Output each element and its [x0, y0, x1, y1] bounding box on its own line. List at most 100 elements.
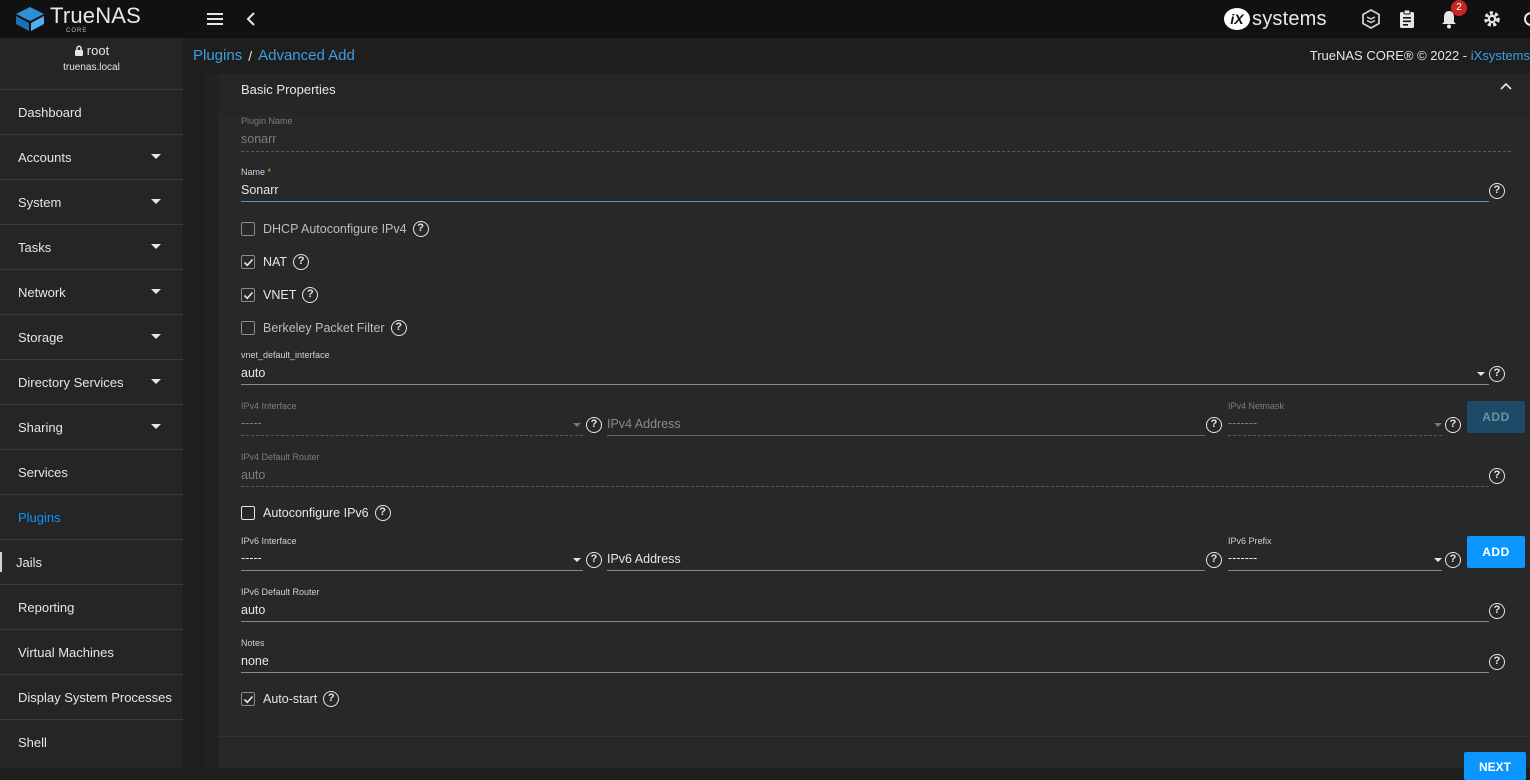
- sidebar-item-services[interactable]: Services: [0, 449, 183, 494]
- ipv6-address-placeholder: IPv6 Address: [607, 552, 681, 566]
- ipv6-interface-select[interactable]: IPv6 Interface -----: [241, 536, 583, 571]
- power-icon[interactable]: [1522, 8, 1530, 30]
- field-underline: [607, 570, 1205, 571]
- ipv4-add-button[interactable]: ADD: [1467, 401, 1525, 433]
- autoconfig-ipv6-checkbox[interactable]: [241, 506, 255, 520]
- clipboard-icon[interactable]: [1396, 8, 1418, 30]
- bpf-checkbox[interactable]: [241, 321, 255, 335]
- name-input[interactable]: Name * Sonarr: [241, 167, 1489, 202]
- ipv4-address-input[interactable]: IPv4 Address: [607, 401, 1205, 436]
- sidebar-item-system[interactable]: System: [0, 179, 183, 224]
- help-icon[interactable]: ?: [1489, 468, 1505, 484]
- ipv6-add-button[interactable]: ADD: [1467, 536, 1525, 568]
- field-underline: [1228, 570, 1442, 571]
- help-icon[interactable]: ?: [293, 254, 310, 270]
- sidebar-item-tasks[interactable]: Tasks: [0, 224, 183, 269]
- help-icon[interactable]: ?: [586, 552, 602, 568]
- vnet-checkbox[interactable]: [241, 288, 255, 302]
- sidebar-item-label: Accounts: [18, 149, 72, 165]
- chevron-up-icon[interactable]: [1499, 81, 1513, 91]
- user-block: root truenas.local: [0, 38, 183, 89]
- breadcrumb-advanced-add[interactable]: Advanced Add: [258, 47, 355, 64]
- sidebar-item-label: Sharing: [18, 419, 63, 435]
- sidebar-item-dashboard[interactable]: Dashboard: [0, 89, 183, 134]
- field-underline: [607, 435, 1205, 436]
- sidebar-item-label: Network: [18, 284, 66, 300]
- ipv4-netmask-select[interactable]: IPv4 Netmask -------: [1228, 401, 1442, 436]
- help-icon[interactable]: ?: [1489, 183, 1505, 199]
- field-underline: [241, 621, 1489, 622]
- ix-vendor-text: systems: [1252, 7, 1327, 30]
- help-icon[interactable]: ?: [1445, 552, 1461, 568]
- ipv4-interface-select[interactable]: IPv4 Interface -----: [241, 401, 583, 436]
- field-underline: [241, 486, 1489, 487]
- help-icon[interactable]: ?: [1445, 417, 1461, 433]
- brand-logo[interactable]: TrueNAS CORE: [14, 3, 141, 35]
- next-button[interactable]: NEXT: [1464, 752, 1526, 780]
- autostart-label: Auto-start: [263, 692, 318, 706]
- sidebar-item-display-system-processes[interactable]: Display System Processes: [0, 674, 183, 719]
- footer-divider: [219, 736, 1530, 737]
- brand-edition: CORE: [66, 27, 88, 34]
- ipv6-address-input[interactable]: IPv6 Address: [607, 536, 1205, 571]
- help-icon[interactable]: ?: [1489, 603, 1505, 619]
- help-icon[interactable]: ?: [390, 320, 407, 336]
- ipv6-default-router-value: auto: [241, 603, 266, 617]
- help-icon[interactable]: ?: [1489, 366, 1505, 382]
- ixsystems-logo[interactable]: iX systems: [1224, 7, 1327, 31]
- sidebar-item-shell[interactable]: Shell: [0, 719, 183, 764]
- panel-header[interactable]: Basic Properties: [219, 74, 1530, 116]
- brand-name: TrueNAS: [50, 2, 142, 28]
- breadcrumb-plugins[interactable]: Plugins: [193, 47, 242, 64]
- ixsystems-link[interactable]: iXsystems: [1471, 48, 1530, 63]
- sidebar-item-jails[interactable]: Jails: [0, 539, 183, 584]
- chevron-left-icon[interactable]: [240, 8, 262, 30]
- checkmark-icon: [243, 695, 253, 703]
- sidebar-item-virtual-machines[interactable]: Virtual Machines: [0, 629, 183, 674]
- autostart-checkbox[interactable]: [241, 692, 255, 706]
- help-icon[interactable]: ?: [374, 505, 391, 521]
- caret-down-icon: [151, 199, 161, 204]
- truecommand-icon[interactable]: [1360, 8, 1382, 30]
- name-value: Sonarr: [241, 183, 279, 197]
- copyright: TrueNAS CORE® © 2022 - iXsystems: [1310, 48, 1530, 63]
- sidebar-item-network[interactable]: Network: [0, 269, 183, 314]
- nat-checkbox-row: NAT ?: [241, 254, 310, 270]
- vnet-default-interface-value: auto: [241, 366, 266, 380]
- ipv6-prefix-select[interactable]: IPv6 Prefix -------: [1228, 536, 1442, 571]
- help-icon[interactable]: ?: [1206, 417, 1222, 433]
- dhcp-label: DHCP Autoconfigure IPv4: [263, 222, 407, 236]
- breadcrumb: Plugins / Advanced Add: [193, 47, 355, 64]
- ipv4-interface-label: IPv4 Interface: [241, 401, 297, 411]
- field-underline: [1228, 435, 1442, 436]
- hostname: truenas.local: [63, 62, 120, 73]
- ipv6-default-router-input[interactable]: IPv6 Default Router auto: [241, 587, 1489, 622]
- lock-icon: [74, 45, 83, 56]
- help-icon[interactable]: ?: [586, 417, 602, 433]
- cursor-marker: [0, 552, 2, 572]
- gear-icon[interactable]: [1481, 8, 1503, 30]
- copyright-text: TrueNAS CORE® © 2022 -: [1309, 48, 1471, 63]
- field-underline: [241, 201, 1489, 202]
- sidebar-item-accounts[interactable]: Accounts: [0, 134, 183, 179]
- help-icon[interactable]: ?: [302, 287, 319, 303]
- help-icon[interactable]: ?: [323, 691, 340, 707]
- notes-input[interactable]: Notes none: [241, 638, 1489, 673]
- sidebar-item-storage[interactable]: Storage: [0, 314, 183, 359]
- ipv4-default-router-input[interactable]: IPv4 Default Router auto: [241, 452, 1489, 487]
- help-icon[interactable]: ?: [1206, 552, 1222, 568]
- nat-checkbox[interactable]: [241, 255, 255, 269]
- plugin-name-field: Plugin Name sonarr: [241, 116, 1511, 152]
- notes-value: none: [241, 654, 269, 668]
- sidebar-item-label: Tasks: [18, 239, 52, 255]
- sidebar-item-plugins[interactable]: Plugins: [0, 494, 183, 539]
- menu-icon[interactable]: [204, 8, 226, 30]
- ipv4-default-router-value: auto: [241, 468, 266, 482]
- sidebar-item-reporting[interactable]: Reporting: [0, 584, 183, 629]
- sidebar-item-directory-services[interactable]: Directory Services: [0, 359, 183, 404]
- sidebar-item-sharing[interactable]: Sharing: [0, 404, 183, 449]
- help-icon[interactable]: ?: [1489, 654, 1505, 670]
- help-icon[interactable]: ?: [412, 221, 429, 237]
- vnet-default-interface-select[interactable]: vnet_default_interface auto: [241, 350, 1489, 385]
- dhcp-checkbox[interactable]: [241, 222, 255, 236]
